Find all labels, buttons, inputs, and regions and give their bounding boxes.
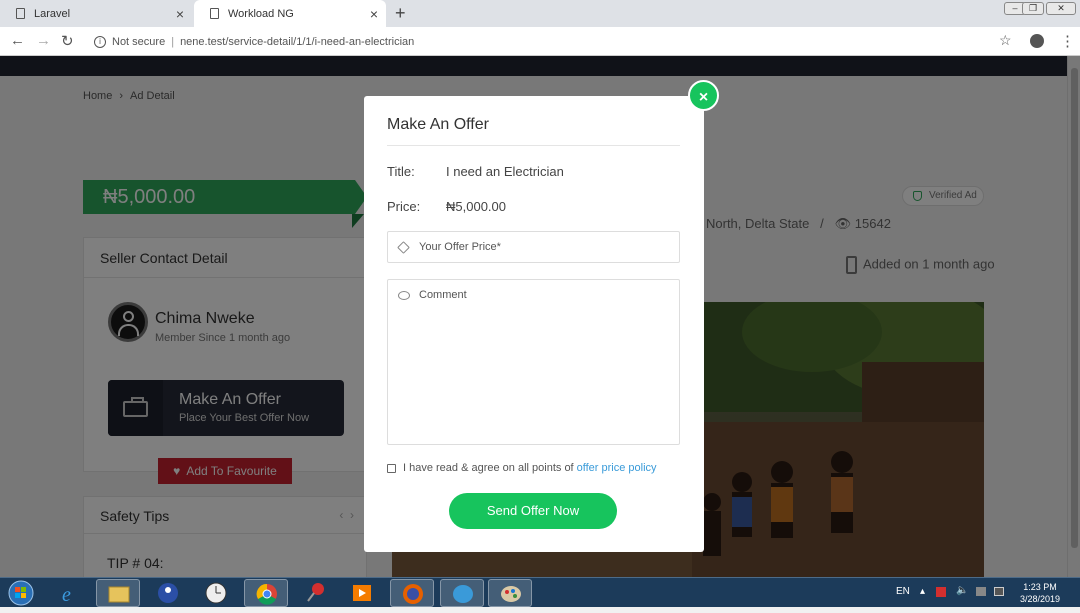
offer-price-placeholder: Your Offer Price* [419, 241, 501, 253]
tab-laravel[interactable]: Laravel × [0, 0, 192, 27]
system-tray: EN ▴ 🔈 1:23 PM 3/28/2019 [890, 578, 1080, 608]
tab-label: Workload NG [228, 7, 294, 20]
start-button[interactable] [4, 579, 38, 607]
security-label: Not secure [112, 35, 166, 48]
document-icon [16, 8, 25, 19]
clock-icon[interactable] [194, 579, 238, 607]
explorer-icon[interactable] [96, 579, 140, 607]
restore-window-icon[interactable]: ❐ [1022, 2, 1044, 15]
title-value: I need an Electrician [446, 164, 564, 179]
browser-tab-bar: Laravel × Workload NG × + – ❐ ✕ [0, 0, 1080, 27]
send-offer-button[interactable]: Send Offer Now [449, 493, 617, 529]
comment-textarea[interactable]: Comment [387, 279, 680, 445]
clock[interactable]: 1:23 PM 3/28/2019 [1020, 581, 1060, 605]
menu-kebab-icon[interactable]: ⋮ [1060, 32, 1075, 50]
close-tab-icon[interactable]: × [176, 6, 184, 22]
close-window-icon[interactable]: ✕ [1046, 2, 1076, 15]
network-icon[interactable] [976, 587, 986, 596]
tag-icon [397, 241, 410, 254]
back-icon[interactable]: ← [10, 32, 25, 49]
contacts-icon[interactable] [146, 579, 190, 607]
firefox-icon[interactable] [390, 579, 434, 607]
media-icon[interactable] [340, 579, 384, 607]
language-indicator[interactable]: EN [896, 586, 910, 597]
agree-row: I have read & agree on all points of off… [387, 462, 657, 474]
paint-icon[interactable] [488, 579, 532, 607]
url-text: nene.test/service-detail/1/1/i-need-an-e… [180, 35, 415, 48]
address-bar: ← → ↻ i Not secure | nene.test/service-d… [0, 27, 1080, 56]
display-icon[interactable] [994, 587, 1004, 596]
forward-icon[interactable]: → [36, 32, 51, 49]
tray-expand-icon[interactable]: ▴ [920, 586, 925, 597]
agree-text: I have read & agree on all points of [403, 462, 574, 474]
pin-icon[interactable] [294, 579, 338, 607]
info-icon[interactable]: i [94, 35, 106, 48]
comment-bubble-icon [398, 291, 410, 300]
modal-title-row: Title: I need an Electrician [387, 164, 564, 179]
make-offer-modal: Make An Offer Title: I need an Electrici… [364, 96, 704, 552]
tab-workload-ng[interactable]: Workload NG × [194, 0, 386, 27]
clock-time: 1:23 PM [1023, 582, 1057, 592]
bookmark-star-icon[interactable]: ☆ [999, 32, 1012, 49]
close-icon[interactable]: × [688, 80, 719, 111]
price-value: ₦5,000.00 [446, 199, 506, 214]
url-field[interactable]: i Not secure | nene.test/service-detail/… [86, 31, 1026, 52]
new-tab-button[interactable]: + [395, 3, 406, 24]
flag-icon[interactable] [936, 587, 946, 597]
ie-icon[interactable]: e [48, 579, 92, 607]
offer-policy-link[interactable]: offer price policy [577, 462, 657, 474]
reload-icon[interactable]: ↻ [61, 32, 74, 50]
modal-divider [387, 145, 680, 146]
volume-icon[interactable]: 🔈 [956, 585, 968, 596]
modal-title: Make An Offer [387, 116, 489, 133]
windows-taskbar: e EN ▴ 🔈 1:23 PM 3/28/2019 [0, 577, 1080, 607]
title-label: Title: [387, 164, 415, 179]
svg-text:e: e [62, 584, 71, 606]
offer-price-input[interactable]: Your Offer Price* [387, 231, 680, 263]
modal-price-row: Price: ₦5,000.00 [387, 199, 506, 214]
elephant-app-icon[interactable] [440, 579, 484, 607]
tab-label: Laravel [34, 7, 71, 20]
clock-date: 3/28/2019 [1020, 594, 1061, 604]
price-label: Price: [387, 199, 421, 214]
comment-placeholder: Comment [419, 289, 467, 301]
chrome-icon[interactable] [244, 579, 288, 607]
document-icon [210, 8, 219, 19]
agree-checkbox[interactable] [387, 463, 396, 473]
profile-icon[interactable] [1030, 34, 1044, 48]
close-tab-icon[interactable]: × [370, 6, 378, 22]
